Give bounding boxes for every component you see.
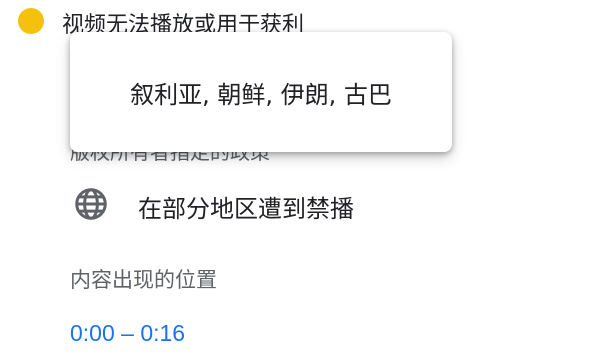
region-row[interactable]: 在部分地区遭到禁播 <box>72 185 354 227</box>
timestamp-link[interactable]: 0:00 – 0:16 <box>70 320 185 347</box>
region-text: 在部分地区遭到禁播 <box>138 195 354 223</box>
tooltip-text: 叙利亚, 朝鲜, 伊朗, 古巴 <box>130 80 392 109</box>
content-location-label: 内容出现的位置 <box>70 268 217 292</box>
status-row: 视频无法播放或用于获利 <box>18 4 304 38</box>
status-dot <box>18 8 44 34</box>
globe-icon <box>72 185 110 227</box>
restricted-countries-tooltip: 叙利亚, 朝鲜, 伊朗, 古巴 <box>70 32 452 152</box>
